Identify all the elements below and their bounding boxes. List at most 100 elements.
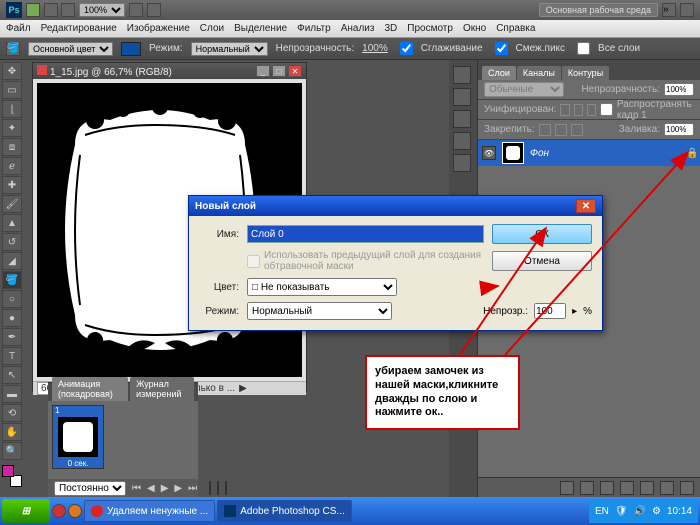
tray-icon-3[interactable]: ⚙ [652,506,661,517]
mask-button[interactable] [600,481,614,495]
antialias-checkbox[interactable] [400,42,413,55]
quick-launch-2[interactable] [68,504,82,518]
color-select[interactable]: □ Не показывать [247,278,397,296]
menu-help[interactable]: Справка [496,23,535,34]
3d-tool[interactable]: ⟲ [2,404,22,422]
ok-button[interactable]: ОК [492,224,592,244]
bucket-tool[interactable]: 🪣 [2,271,22,289]
hand-icon[interactable] [129,3,143,17]
layer-row-background[interactable]: 👁 Фон 🔒 [478,140,700,166]
link-layers-button[interactable] [560,481,574,495]
menu-file[interactable]: Файл [6,23,31,34]
menu-select[interactable]: Выделение [234,23,287,34]
dodge-tool[interactable]: ● [2,309,22,327]
blend-select[interactable]: Обычные [484,82,564,97]
layer-opacity-field[interactable] [664,83,694,96]
type-tool[interactable]: T [2,347,22,365]
task-opera[interactable]: Удаляем ненужные ... [84,500,215,522]
play-button[interactable]: ▶ [161,483,169,494]
dock-icon-3[interactable] [453,110,471,128]
workspace-switcher[interactable]: Основная рабочая среда [539,3,658,17]
dlg-mode-select[interactable]: Нормальный [247,302,392,320]
loop-select[interactable]: Постоянно [54,481,126,496]
tab-layers[interactable]: Слои [482,66,516,80]
quick-launch-1[interactable] [52,504,66,518]
layer-name[interactable]: Фон [530,148,549,159]
menu-3d[interactable]: 3D [384,23,397,34]
blur-tool[interactable]: ○ [2,290,22,308]
new-frame-button[interactable] [217,481,219,495]
menu-image[interactable]: Изображение [127,23,190,34]
unify-icon-2[interactable] [574,104,583,116]
group-button[interactable] [640,481,654,495]
dock-icon-4[interactable] [453,132,471,150]
blend-mode-select[interactable]: Нормальный [191,42,268,56]
last-frame-button[interactable]: ⏭ [188,483,197,494]
brush-tool[interactable]: 🖌 [2,195,22,213]
clock[interactable]: 10:14 [667,506,692,517]
shape-tool[interactable]: ▬ [2,385,22,403]
frame-delay[interactable]: 0 сек. [68,459,89,468]
wand-tool[interactable]: ✦ [2,119,22,137]
adjustment-button[interactable] [620,481,634,495]
dialog-close-button[interactable]: ✕ [576,199,596,213]
delete-layer-button[interactable] [680,481,694,495]
next-frame-button[interactable]: ▶ [174,483,182,494]
eraser-tool[interactable]: ◢ [2,252,22,270]
fx-button[interactable] [580,481,594,495]
tab-channels[interactable]: Каналы [517,66,561,80]
menu-analysis[interactable]: Анализ [341,23,375,34]
layer-thumbnail[interactable] [502,142,524,164]
view-icon[interactable] [44,3,58,17]
dialog-titlebar[interactable]: Новый слой ✕ [189,196,602,216]
doc-status-arrow-icon[interactable]: ▶ [239,383,247,394]
path-tool[interactable]: ↖ [2,366,22,384]
hand-tool[interactable]: ✋ [2,423,22,441]
animation-frame-1[interactable]: 1 0 сек. [52,405,104,469]
tray-icon-1[interactable]: 🛡 [615,506,628,517]
document-titlebar[interactable]: 1_15.jpg @ 66,7% (RGB/8) _ □ ✕ [33,63,306,79]
lang-indicator[interactable]: EN [595,506,609,517]
propagate-checkbox[interactable] [600,103,613,116]
stamp-tool[interactable]: ▲ [2,214,22,232]
zoom-select[interactable]: 100% [79,3,125,17]
pen-tool[interactable]: ✒ [2,328,22,346]
visibility-icon[interactable]: 👁 [482,146,496,160]
tab-animation[interactable]: Анимация (покадровая) [52,377,128,401]
layer-name-input[interactable] [247,225,484,243]
pattern-swatch[interactable] [121,42,141,56]
color-swatches[interactable] [2,465,22,487]
tab-measurements[interactable]: Журнал измерений [130,377,194,401]
history-brush-tool[interactable]: ↺ [2,233,22,251]
doc-close-button[interactable]: ✕ [288,65,302,77]
bridge-icon[interactable] [26,3,40,17]
doc-maximize-button[interactable]: □ [272,65,286,77]
window-menu-icon[interactable] [680,3,694,17]
fill-field[interactable] [664,123,694,136]
menu-layer[interactable]: Слои [200,23,224,34]
move-tool[interactable]: ✥ [2,62,22,80]
delete-frame-button[interactable] [225,481,227,495]
tween-button[interactable] [209,481,211,495]
arrange-icon[interactable] [61,3,75,17]
marquee-tool[interactable]: ▭ [2,81,22,99]
lock-all-icon[interactable] [571,124,583,136]
dock-icon-5[interactable] [453,154,471,172]
unify-icon-3[interactable] [587,104,596,116]
crop-tool[interactable]: ⧈ [2,138,22,156]
heal-tool[interactable]: ✚ [2,176,22,194]
start-button[interactable]: ⊞ [2,499,50,523]
new-layer-button[interactable] [660,481,674,495]
zoom-tool[interactable]: 🔍 [2,442,22,460]
dock-icon-2[interactable] [453,88,471,106]
menu-edit[interactable]: Редактирование [41,23,117,34]
dlg-opacity-input[interactable] [534,303,566,319]
first-frame-button[interactable]: ⏮ [132,483,141,494]
dock-icon-1[interactable] [453,66,471,84]
eyedropper-tool[interactable]: ℯ [2,157,22,175]
systray[interactable]: EN 🛡 🔊 ⚙ 10:14 [589,499,698,523]
tab-paths[interactable]: Контуры [562,66,609,80]
cancel-button[interactable]: Отмена [492,251,592,271]
tray-icon-2[interactable]: 🔊 [634,506,646,517]
doc-minimize-button[interactable]: _ [256,65,270,77]
